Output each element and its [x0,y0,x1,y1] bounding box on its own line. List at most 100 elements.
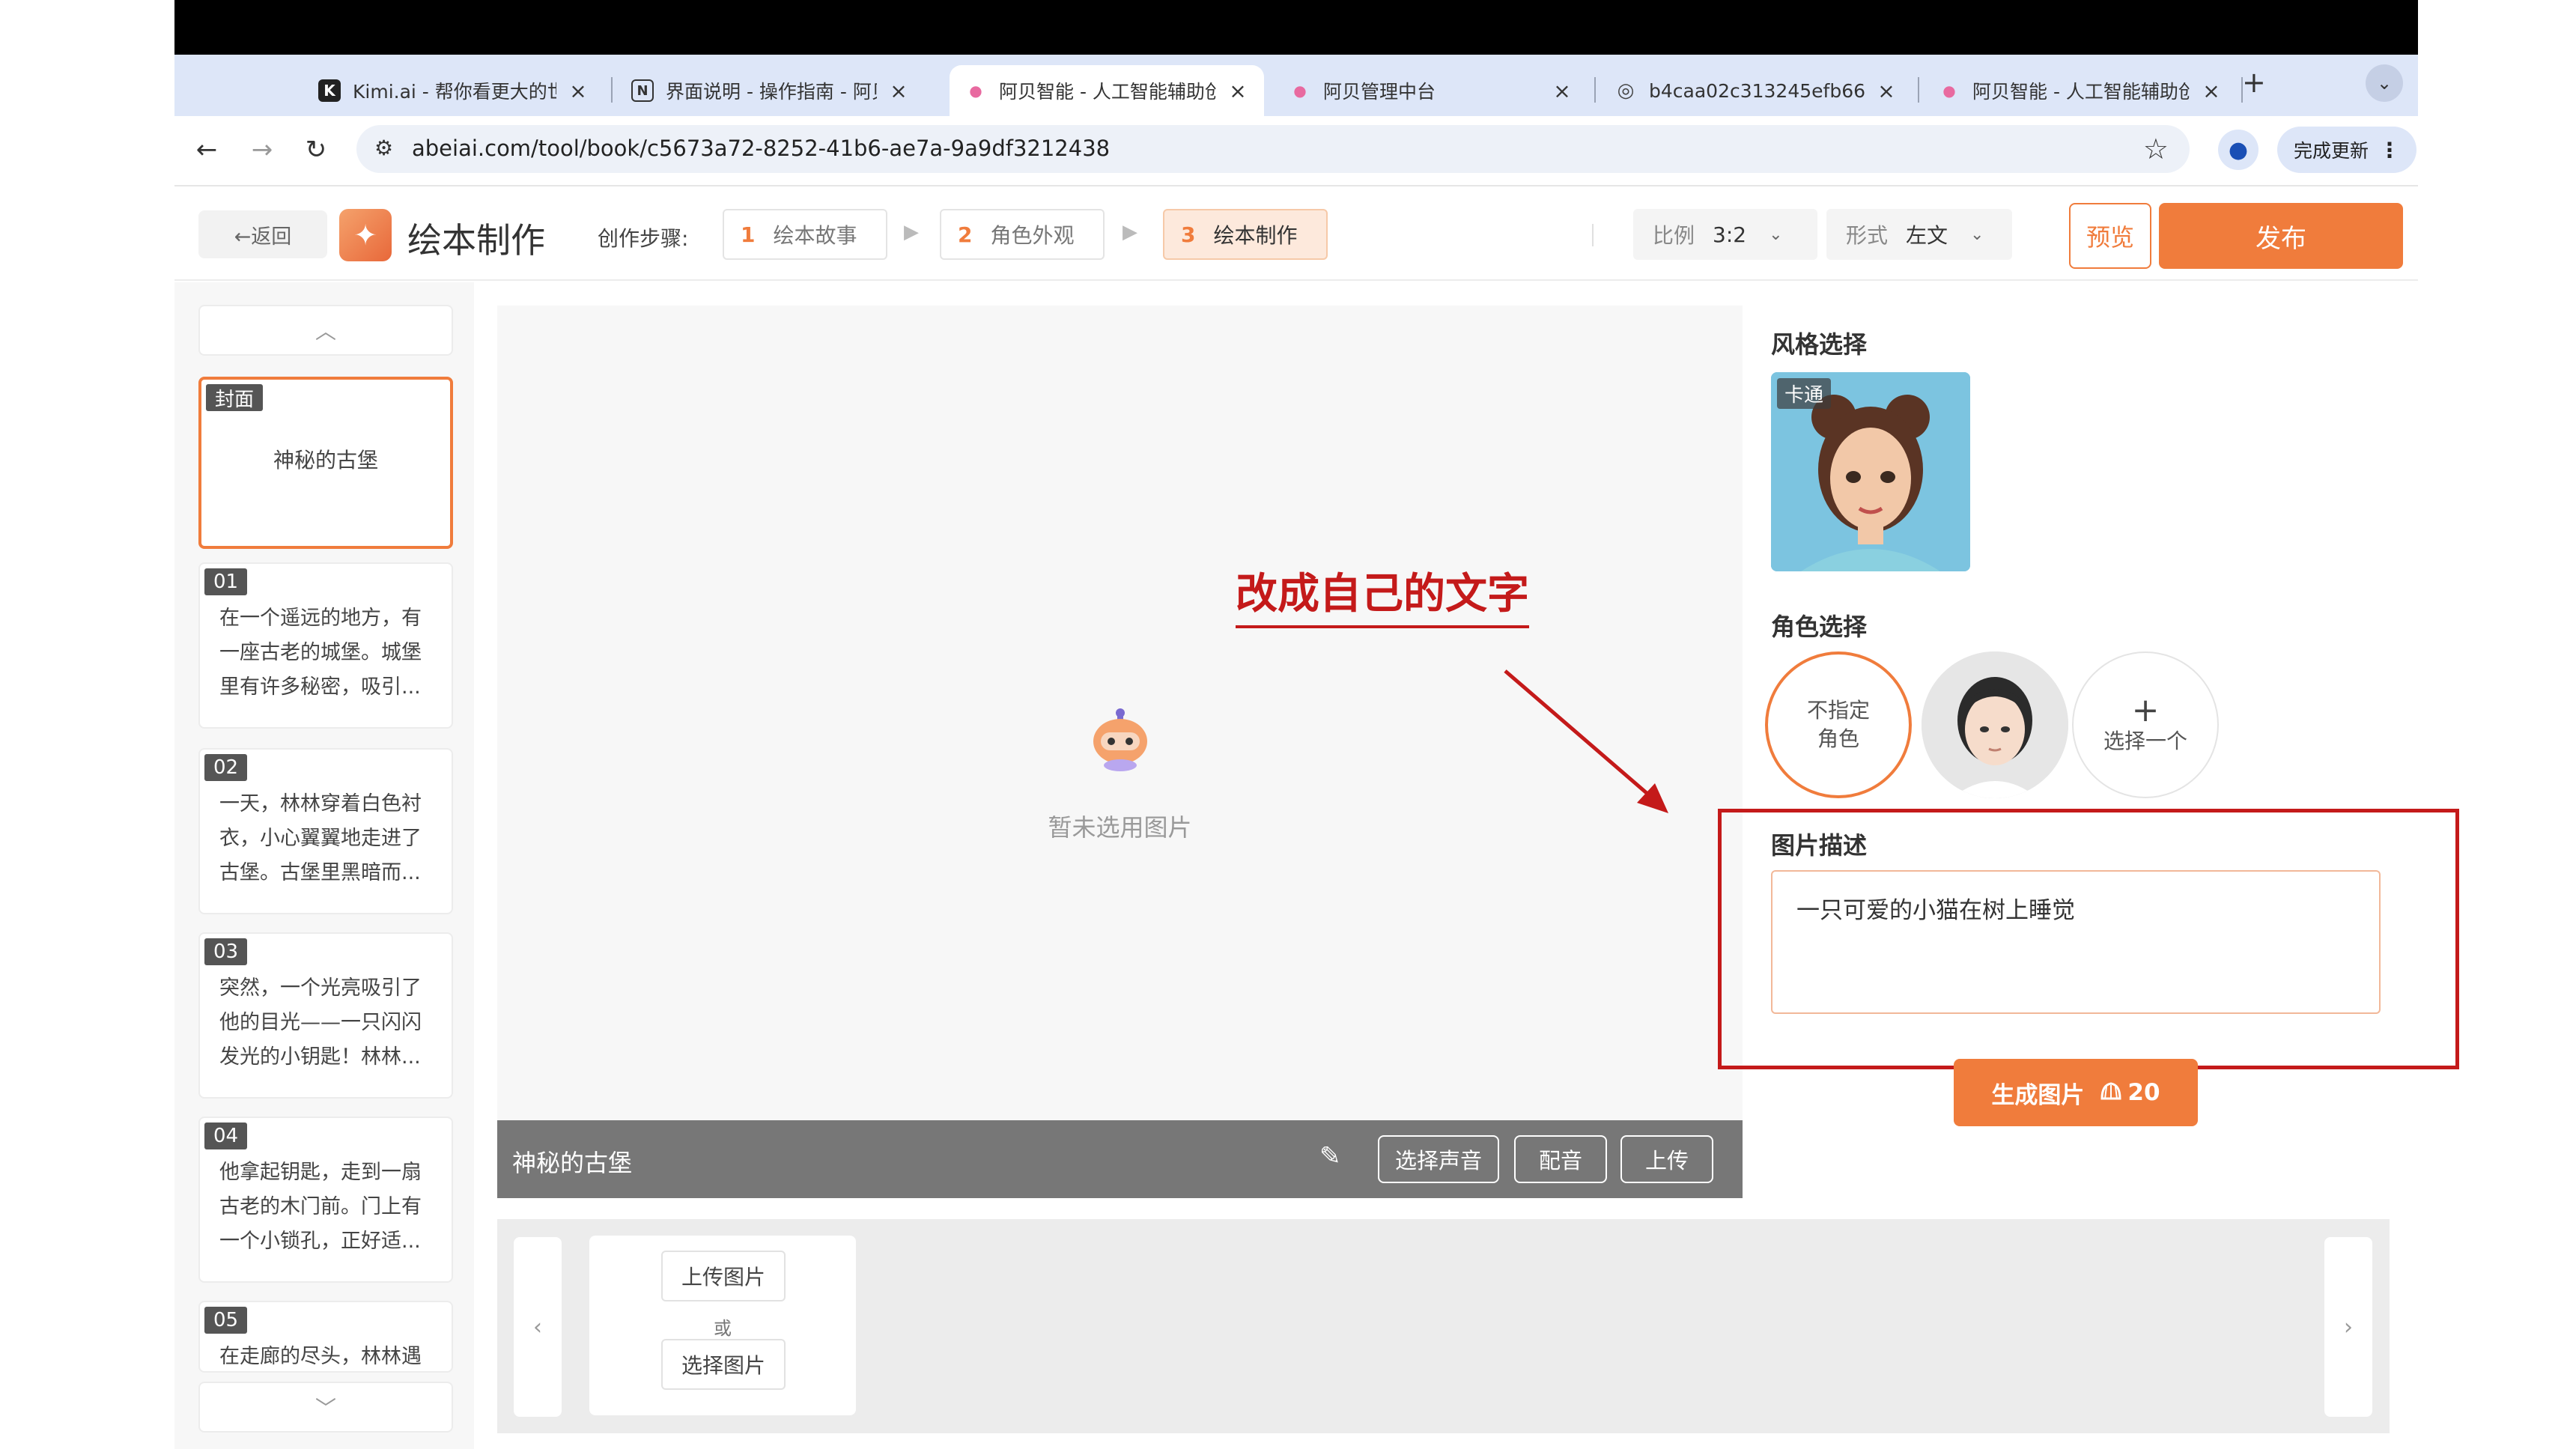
close-icon[interactable]: × [887,79,910,103]
role-option-none[interactable]: 不指定 角色 [1765,651,1912,798]
page-badge: 03 [204,938,248,965]
step-label: 角色外观 [990,223,1075,248]
abei-favicon-icon: ● [969,82,982,100]
reload-icon[interactable]: ↻ [299,133,333,167]
step-label: 绘本制作 [1213,223,1298,248]
close-icon[interactable]: × [567,79,589,103]
close-icon[interactable]: × [1551,79,1573,103]
plus-icon: + [2131,691,2160,729]
layout-label: 形式 [1846,223,1889,248]
chevron-down-icon: ⌄ [1769,225,1783,244]
url-text[interactable]: abeiai.com/tool/book/c5673a72-8252-41b6-… [412,136,1110,161]
page-card-04[interactable]: 04 他拿起钥匙，走到一扇古老的木门前。门上有一个小锁孔，正好适... [198,1117,453,1283]
update-label: 完成更新 [2293,140,2369,162]
kebab-menu-icon: ⋮ [2379,137,2400,162]
chevron-left-icon: ‹ [533,1313,542,1340]
publish-button[interactable]: 发布 [2159,203,2403,269]
tab-label: 界面说明 - 操作指南 - 阿贝 [666,81,877,103]
upload-card: 上传图片 或 选择图片 [589,1236,856,1415]
description-value[interactable]: 一只可爱的小猫在树上睡觉 [1796,891,2075,925]
tab-divider [611,77,613,103]
style-heading: 风格选择 [1771,330,1868,359]
abei-favicon-icon: ● [1293,82,1307,100]
tab-label: 阿贝管理中台 [1323,81,1436,103]
annotation-arrow-icon [1504,669,1668,813]
tab-label: Kimi.ai - 帮你看更大的世界 [353,81,556,103]
top-black-bar [174,0,2418,55]
forward-arrow-icon[interactable]: → [245,133,279,167]
new-tab-button[interactable]: + [2242,66,2266,99]
browser-tab-abei-2[interactable]: ● 阿贝智能 - 人工智能辅助创 × [1923,65,2238,116]
generate-label: 生成图片 [1991,1081,2085,1109]
gallery-next-button[interactable]: › [2324,1237,2372,1417]
bookmark-star-icon[interactable]: ☆ [2143,133,2169,165]
site-info-icon[interactable]: ⚙ [374,136,393,160]
url-bar[interactable]: ⚙ abeiai.com/tool/book/c5673a72-8252-41b… [356,125,2190,173]
page-text: 在走廊的尽头，林林遇 [219,1345,422,1368]
browser-tab-hash[interactable]: ◎ b4caa02c313245efb669 × [1600,65,1913,116]
kimi-favicon-icon: K [318,79,341,102]
page-card-03[interactable]: 03 突然，一个光亮吸引了他的目光——一只闪闪发光的小钥匙！林林... [198,932,453,1099]
gallery-prev-button[interactable]: ‹ [514,1237,562,1417]
generate-image-button[interactable]: 生成图片 20 [1954,1059,2198,1126]
page-text: 一天，林林穿着白色衬衣，小心翼翼地走进了古堡。古堡里黑暗而... [219,792,422,884]
scroll-up-button[interactable]: ︿ [198,305,453,356]
preview-button[interactable]: 预览 [2069,203,2151,269]
upload-audio-button[interactable]: 上传 [1620,1135,1713,1183]
step-number: 1 [741,222,756,247]
page-badge: 05 [204,1307,248,1334]
browser-tab-abei-active[interactable]: ● 阿贝智能 - 人工智能辅助创 × [950,65,1264,116]
style-badge: 卡通 [1777,378,1832,409]
close-icon[interactable]: × [1227,79,1249,103]
step-production[interactable]: 3 绘本制作 [1163,209,1328,260]
annotation-text: 改成自己的文字 [1236,560,1529,628]
step-story[interactable]: 1 绘本故事 [723,209,887,260]
back-button[interactable]: ←返回 [198,210,327,258]
boy-portrait-image [1922,651,2068,798]
role-option-boy[interactable] [1922,651,2068,798]
chevron-up-icon: ︿ [315,319,336,344]
profile-avatar-icon[interactable]: ● [2218,130,2258,170]
ratio-select[interactable]: 比例 3:2 ⌄ [1633,209,1817,260]
cover-title: 神秘的古堡 [273,448,378,473]
page-card-05[interactable]: 05 在走廊的尽头，林林遇 [198,1301,453,1373]
style-option-cartoon[interactable]: 卡通 [1771,372,1970,571]
steps-label: 创作步骤: [598,226,689,251]
dub-button[interactable]: 配音 [1514,1135,1607,1183]
image-gallery: ‹ 上传图片 或 选择图片 › [497,1219,2390,1433]
select-image-button[interactable]: 选择图片 [661,1339,786,1390]
role-add-button[interactable]: + 选择一个 [2072,651,2219,798]
back-arrow-icon[interactable]: ← [189,133,224,167]
page-badge: 封面 [206,384,264,411]
description-textarea[interactable]: 一只可爱的小猫在树上睡觉 [1771,870,2381,1014]
browser-tab-guide[interactable]: N 界面说明 - 操作指南 - 阿贝 × [616,65,925,116]
close-icon[interactable]: × [2200,79,2223,103]
generate-cost: 20 [2099,1079,2160,1106]
tab-divider [1918,77,1919,103]
browser-tab-admin[interactable]: ● 阿贝管理中台 × [1274,65,1588,116]
update-browser-button[interactable]: 完成更新 ⋮ [2277,127,2416,173]
page-title: 绘本制作 [407,220,545,261]
ratio-value: 3:2 [1713,222,1747,247]
step-appearance[interactable]: 2 角色外观 [940,209,1105,260]
choose-voice-button[interactable]: 选择声音 [1378,1135,1499,1183]
scroll-down-button[interactable]: ﹀ [198,1382,453,1433]
page-card-01[interactable]: 01 在一个遥远的地方，有一座古老的城堡。城堡里有许多秘密，吸引... [198,562,453,729]
upload-image-button[interactable]: 上传图片 [661,1251,786,1301]
page-card-cover[interactable]: 封面 神秘的古堡 [198,377,453,549]
browser-tab-kimi[interactable]: K Kimi.ai - 帮你看更大的世界 × [303,65,604,116]
notion-favicon-icon: N [631,79,654,102]
edit-pencil-icon[interactable]: ✎ [1319,1141,1341,1171]
step-arrow-icon: ▶ [904,221,919,243]
close-icon[interactable]: × [1875,79,1898,103]
tab-search-button[interactable]: ⌄ [2366,64,2403,102]
address-bar-row: ← → ↻ ⚙ abeiai.com/tool/book/c5673a72-82… [174,116,2418,183]
page-card-02[interactable]: 02 一天，林林穿着白色衬衣，小心翼翼地走进了古堡。古堡里黑暗而... [198,748,453,914]
tab-label: b4caa02c313245efb669 [1649,79,1865,102]
tab-divider [1594,77,1596,103]
browser-tab-strip: K Kimi.ai - 帮你看更大的世界 × N 界面说明 - 操作指南 - 阿… [174,55,2418,116]
page-text: 在一个遥远的地方，有一座古老的城堡。城堡里有许多秘密，吸引... [219,607,422,699]
layout-select[interactable]: 形式 左文 ⌄ [1826,209,2012,260]
page-text: 他拿起钥匙，走到一扇古老的木门前。门上有一个小锁孔，正好适... [219,1161,422,1253]
chevron-down-icon: ﹀ [315,1396,336,1421]
